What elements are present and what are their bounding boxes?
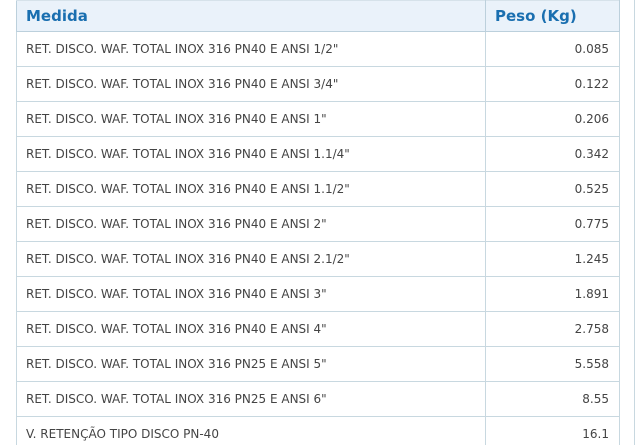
cell-medida: RET. DISCO. WAF. TOTAL INOX 316 PN40 E A… <box>16 311 486 347</box>
table-row: RET. DISCO. WAF. TOTAL INOX 316 PN25 E A… <box>16 346 620 382</box>
weights-table-container: Medida Peso (Kg) RET. DISCO. WAF. TOTAL … <box>16 0 635 445</box>
column-header-medida[interactable]: Medida <box>16 0 486 32</box>
cell-peso: 1.891 <box>485 276 620 312</box>
table-row: RET. DISCO. WAF. TOTAL INOX 316 PN40 E A… <box>16 311 620 347</box>
cell-medida: RET. DISCO. WAF. TOTAL INOX 316 PN40 E A… <box>16 276 486 312</box>
table-row: RET. DISCO. WAF. TOTAL INOX 316 PN40 E A… <box>16 136 620 172</box>
cell-peso: 0.206 <box>485 101 620 137</box>
cell-peso: 0.342 <box>485 136 620 172</box>
cell-medida: RET. DISCO. WAF. TOTAL INOX 316 PN40 E A… <box>16 206 486 242</box>
cell-medida: V. RETENÇÃO TIPO DISCO PN-40 <box>16 416 486 445</box>
cell-medida: RET. DISCO. WAF. TOTAL INOX 316 PN40 E A… <box>16 66 486 102</box>
cell-medida: RET. DISCO. WAF. TOTAL INOX 316 PN40 E A… <box>16 241 486 277</box>
table-row: RET. DISCO. WAF. TOTAL INOX 316 PN40 E A… <box>16 171 620 207</box>
weights-table: Medida Peso (Kg) RET. DISCO. WAF. TOTAL … <box>16 0 620 445</box>
table-row: RET. DISCO. WAF. TOTAL INOX 316 PN40 E A… <box>16 276 620 312</box>
table-row: RET. DISCO. WAF. TOTAL INOX 316 PN40 E A… <box>16 66 620 102</box>
table-row: RET. DISCO. WAF. TOTAL INOX 316 PN40 E A… <box>16 206 620 242</box>
cell-medida: RET. DISCO. WAF. TOTAL INOX 316 PN40 E A… <box>16 31 486 67</box>
table-row: RET. DISCO. WAF. TOTAL INOX 316 PN40 E A… <box>16 241 620 277</box>
cell-peso: 2.758 <box>485 311 620 347</box>
cell-peso: 0.085 <box>485 31 620 67</box>
table-row: RET. DISCO. WAF. TOTAL INOX 316 PN40 E A… <box>16 31 620 67</box>
column-header-peso[interactable]: Peso (Kg) <box>485 0 620 32</box>
cell-peso: 1.245 <box>485 241 620 277</box>
cell-medida: RET. DISCO. WAF. TOTAL INOX 316 PN40 E A… <box>16 136 486 172</box>
cell-peso: 0.122 <box>485 66 620 102</box>
cell-peso: 0.525 <box>485 171 620 207</box>
cell-medida: RET. DISCO. WAF. TOTAL INOX 316 PN25 E A… <box>16 381 486 417</box>
cell-medida: RET. DISCO. WAF. TOTAL INOX 316 PN40 E A… <box>16 101 486 137</box>
table-row: RET. DISCO. WAF. TOTAL INOX 316 PN25 E A… <box>16 381 620 417</box>
table-header-row: Medida Peso (Kg) <box>16 0 620 32</box>
cell-peso: 16.1 <box>485 416 620 445</box>
cell-medida: RET. DISCO. WAF. TOTAL INOX 316 PN40 E A… <box>16 171 486 207</box>
cell-peso: 8.55 <box>485 381 620 417</box>
cell-peso: 0.775 <box>485 206 620 242</box>
table-row: RET. DISCO. WAF. TOTAL INOX 316 PN40 E A… <box>16 101 620 137</box>
table-row: V. RETENÇÃO TIPO DISCO PN-40 16.1 <box>16 416 620 445</box>
cell-peso: 5.558 <box>485 346 620 382</box>
cell-medida: RET. DISCO. WAF. TOTAL INOX 316 PN25 E A… <box>16 346 486 382</box>
